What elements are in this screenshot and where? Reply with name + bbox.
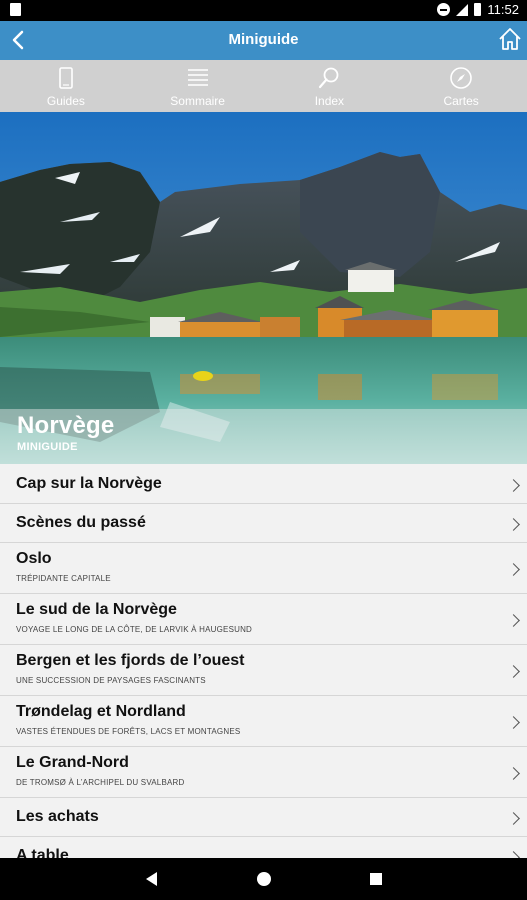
battery-icon <box>474 3 482 16</box>
tab-sommaire-label: Sommaire <box>170 94 225 108</box>
list-item[interactable]: Cap sur la Norvège <box>0 465 527 504</box>
list-item[interactable]: A table <box>0 837 527 858</box>
nav-home-icon[interactable] <box>257 872 271 886</box>
notification-icon <box>10 3 21 16</box>
hero-banner[interactable]: Norvège MINIGUIDE <box>0 112 527 464</box>
list-item[interactable]: Le sud de la Norvège Voyage le long de l… <box>0 594 527 645</box>
tab-cartes[interactable]: Cartes <box>395 60 527 112</box>
list-item-title: Bergen et les fjords de l’ouest <box>16 652 245 669</box>
tab-index-label: Index <box>314 94 345 108</box>
chevron-right-icon <box>507 479 520 492</box>
phone-icon <box>59 67 73 89</box>
list-item-subtitle: Vastes étendues de forêts, lacs et monta… <box>16 727 241 736</box>
hero-caption: Norvège MINIGUIDE <box>0 409 527 464</box>
list-item-subtitle: Une succession de paysages fascinants <box>16 676 206 685</box>
tab-guides-label: Guides <box>46 94 85 108</box>
tab-sommaire[interactable]: Sommaire <box>132 60 264 112</box>
status-icons: 11:52 <box>437 2 519 17</box>
hero-title: Norvège <box>17 412 115 439</box>
chapter-list: Cap sur la Norvège Scènes du passé Oslo … <box>0 465 527 858</box>
list-item-title: Le Grand-Nord <box>16 754 129 771</box>
chevron-right-icon <box>507 767 520 780</box>
compass-icon <box>450 67 472 89</box>
list-item-title: Cap sur la Norvège <box>16 475 162 492</box>
list-item[interactable]: Scènes du passé <box>0 504 527 543</box>
list-item[interactable]: Oslo Trépidante capitale <box>0 543 527 594</box>
app-bar-title: Miniguide <box>228 31 299 48</box>
chevron-right-icon <box>507 716 520 729</box>
tab-guides[interactable]: Guides <box>0 60 132 112</box>
status-bar: 11:52 <box>0 0 527 21</box>
list-icon <box>187 69 208 86</box>
chevron-right-icon <box>507 614 520 627</box>
list-item-subtitle: Voyage le long de la côte, de Larvik à H… <box>16 625 253 634</box>
list-item-title: Le sud de la Norvège <box>16 601 177 618</box>
list-item-title: Les achats <box>16 808 99 825</box>
search-icon <box>319 67 339 89</box>
list-item[interactable]: Trøndelag et Nordland Vastes étendues de… <box>0 696 527 747</box>
do-not-disturb-icon <box>437 3 451 16</box>
signal-icon <box>456 3 469 16</box>
list-item-subtitle: Trépidante capitale <box>16 574 111 583</box>
chevron-right-icon <box>507 518 520 531</box>
list-item-title: Trøndelag et Nordland <box>16 703 186 720</box>
list-item[interactable]: Les achats <box>0 798 527 837</box>
list-item-title: A table <box>16 847 69 858</box>
app-bar: Miniguide <box>0 21 527 60</box>
chevron-right-icon <box>507 665 520 678</box>
system-nav-bar <box>0 858 527 900</box>
list-item-subtitle: De Tromsø à l’archipel du Svalbard <box>16 778 185 787</box>
list-item-title: Scènes du passé <box>16 514 146 531</box>
list-item-title: Oslo <box>16 550 52 567</box>
nav-back-icon[interactable] <box>146 872 157 886</box>
chevron-right-icon <box>507 563 520 576</box>
chevron-right-icon <box>507 812 520 825</box>
tab-index[interactable]: Index <box>264 60 396 112</box>
list-item[interactable]: Bergen et les fjords de l’ouest Une succ… <box>0 645 527 696</box>
nav-recents-icon[interactable] <box>370 873 382 885</box>
status-time: 11:52 <box>487 2 519 17</box>
top-toolbar: Guides Sommaire Index Cartes <box>0 60 527 112</box>
chevron-right-icon <box>507 851 520 858</box>
tab-cartes-label: Cartes <box>443 94 479 108</box>
hero-subtitle: MINIGUIDE <box>17 441 78 453</box>
list-item[interactable]: Le Grand-Nord De Tromsø à l’archipel du … <box>0 747 527 798</box>
home-icon[interactable] <box>497 26 523 52</box>
